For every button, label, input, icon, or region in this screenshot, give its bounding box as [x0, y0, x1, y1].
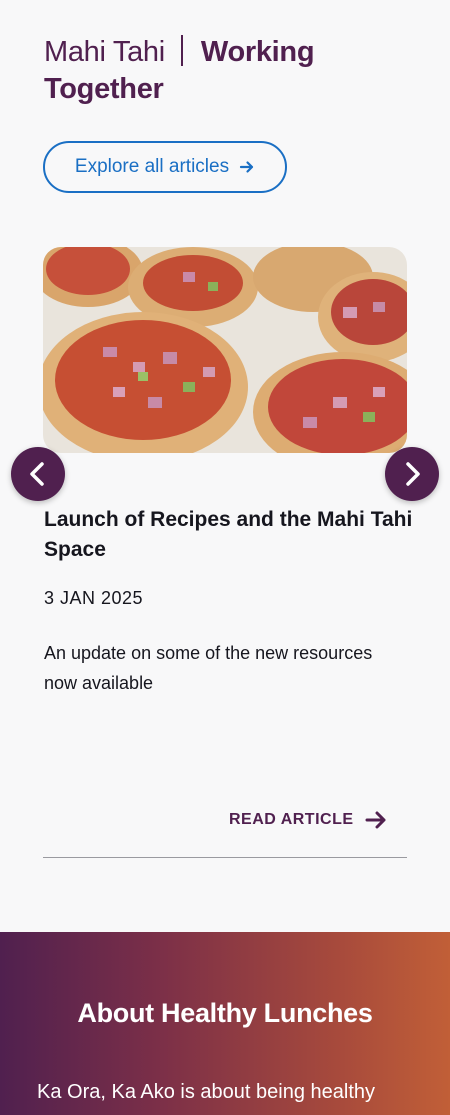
article-title[interactable]: Launch of Recipes and the Mahi Tahi Spac…	[44, 505, 414, 565]
heading-separator	[180, 35, 183, 66]
chevron-right-icon	[406, 462, 420, 486]
about-heading: About Healthy Lunches	[77, 998, 373, 1028]
arrow-right-icon	[365, 811, 386, 829]
article-description: An update on some of the new resources n…	[44, 643, 373, 693]
divider	[43, 857, 407, 858]
explore-all-articles-button[interactable]: Explore all articles	[43, 141, 287, 193]
article-date: 3 JAN 2025	[44, 588, 144, 608]
arrow-right-icon	[239, 161, 254, 173]
read-article-label: READ ARTICLE	[229, 811, 354, 828]
read-article-link[interactable]: READ ARTICLE	[229, 808, 388, 832]
about-body: Ka Ora, Ka Ako is about being healthy	[37, 1081, 375, 1103]
carousel-next-button[interactable]	[385, 447, 439, 501]
page-heading: Mahi Tahi Working Together	[44, 34, 424, 108]
about-section: About Healthy Lunches Ka Ora, Ka Ako is …	[0, 932, 450, 1115]
heading-light: Mahi Tahi	[44, 36, 165, 68]
chevron-left-icon	[30, 462, 44, 486]
carousel-prev-button[interactable]	[11, 447, 65, 501]
explore-label: Explore all articles	[74, 156, 230, 177]
article-image[interactable]	[43, 247, 407, 453]
